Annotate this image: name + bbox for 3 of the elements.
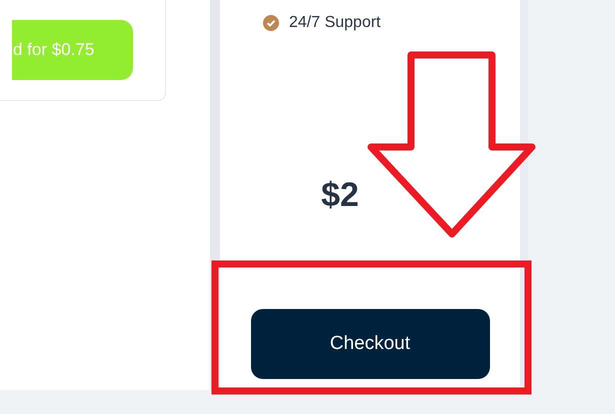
- feature-label: 24/7 Support: [289, 13, 381, 33]
- price: $2: [321, 175, 359, 216]
- checkout-button[interactable]: Checkout: [250, 309, 490, 379]
